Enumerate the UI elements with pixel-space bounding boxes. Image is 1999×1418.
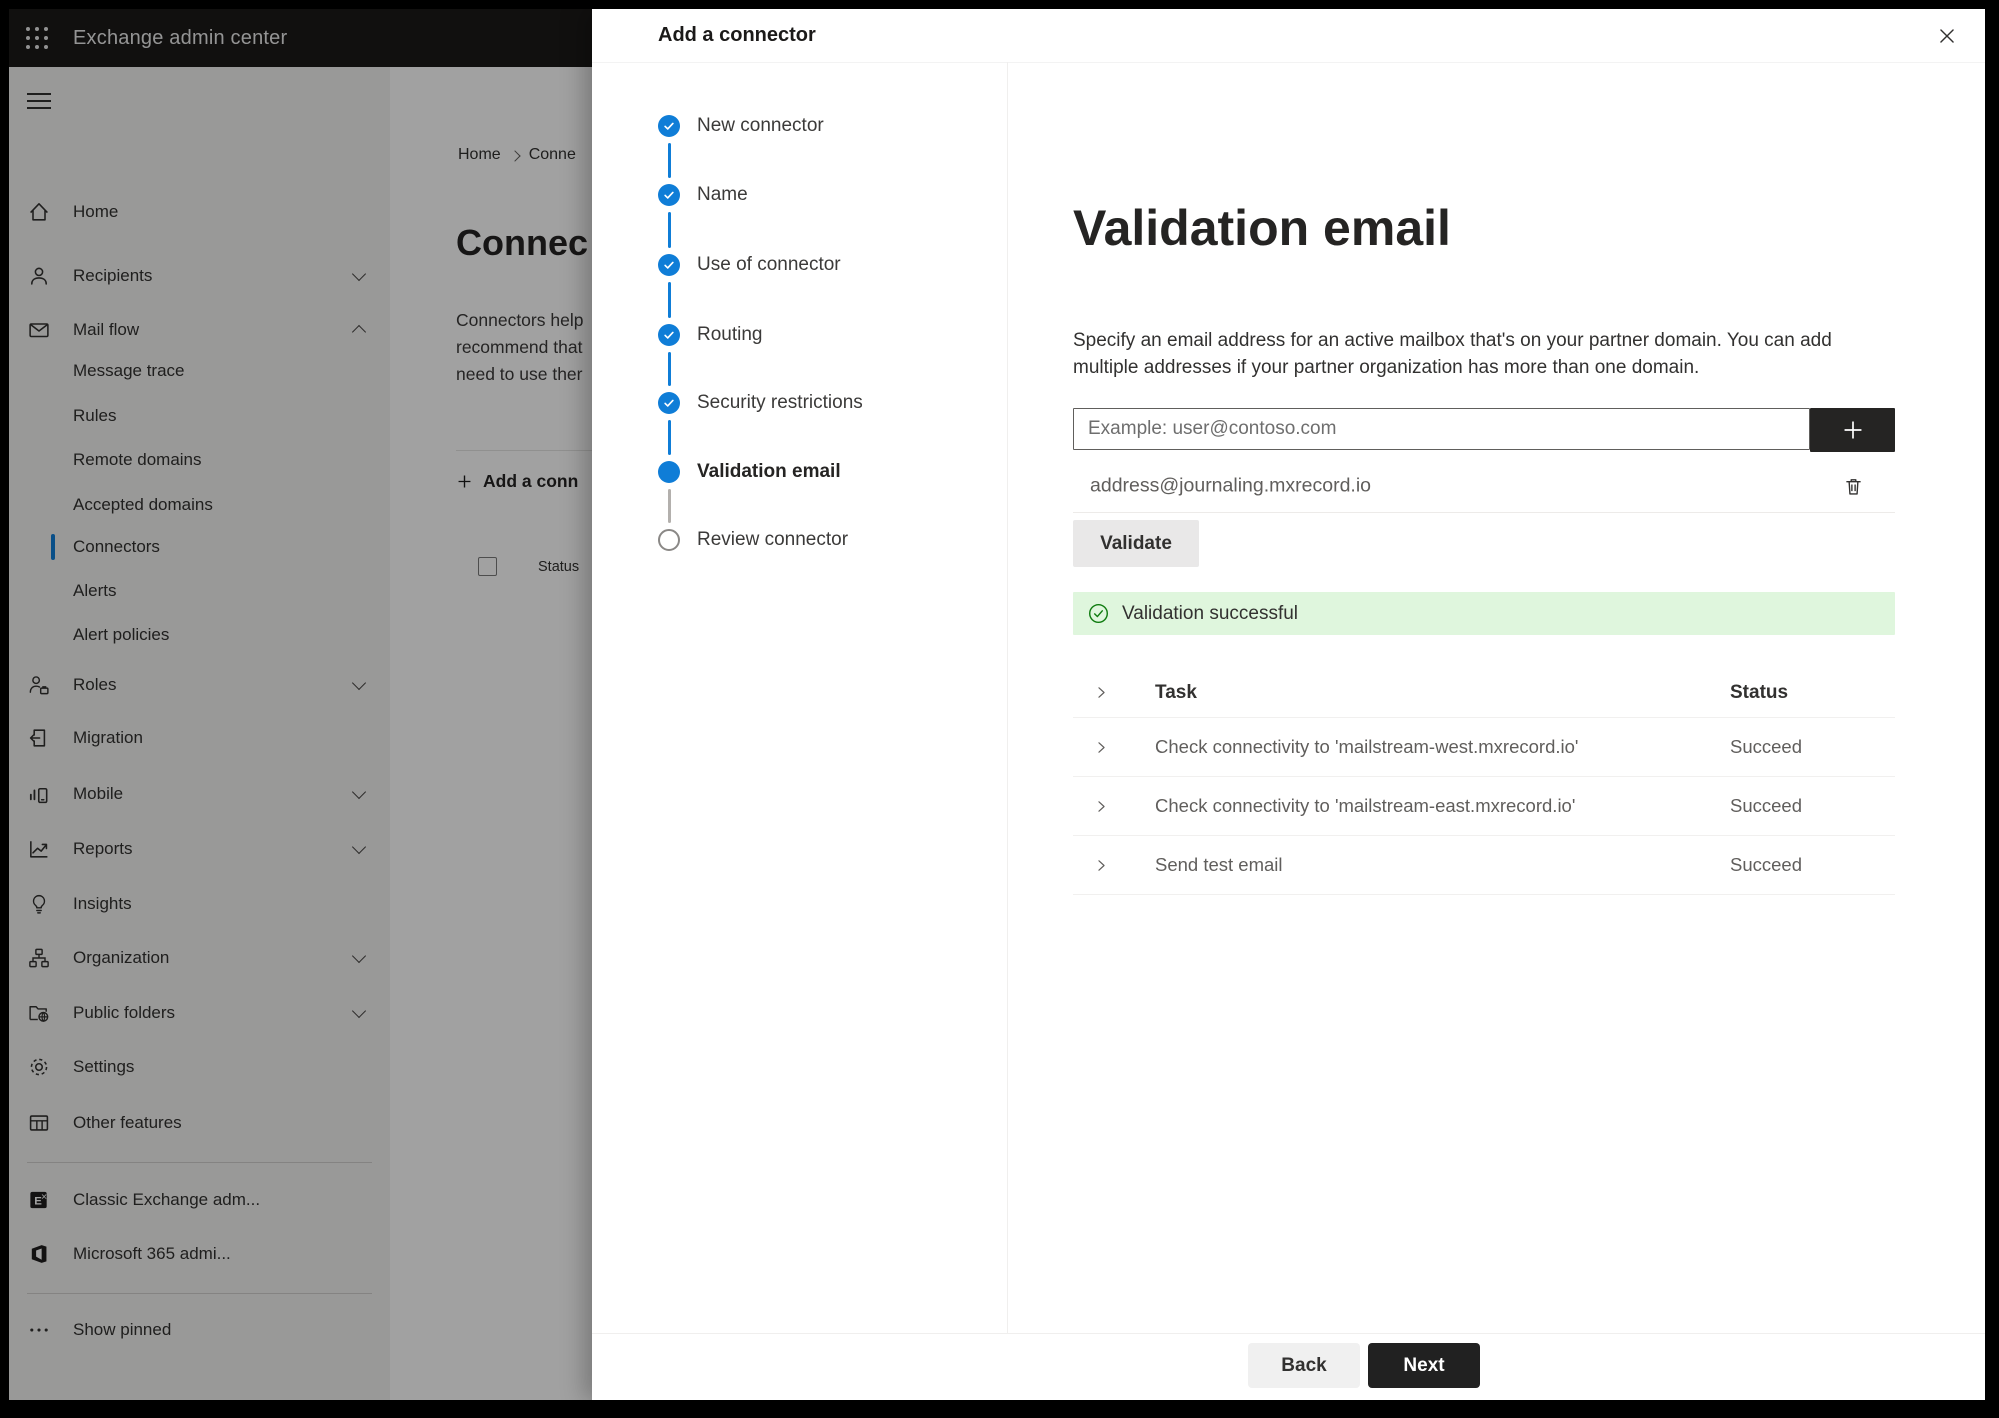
expand-all-chevron-icon[interactable] [1091, 683, 1111, 703]
step-connector-line [667, 212, 671, 248]
task-cell: Send test email [1155, 854, 1283, 875]
banner-text: Validation successful [1122, 602, 1299, 624]
step-description: Specify an email address for an active m… [1073, 330, 1832, 378]
expand-row-chevron-icon[interactable] [1091, 855, 1111, 875]
step-connector-line [667, 489, 671, 523]
next-button[interactable]: Next [1368, 1343, 1480, 1388]
close-button[interactable] [1931, 20, 1963, 52]
added-address-row: address@journaling.mxrecord.io [1073, 460, 1895, 513]
task-cell: Check connectivity to 'mailstream-east.m… [1155, 795, 1576, 816]
status-column-header: Status [1730, 681, 1789, 703]
wizard-step-label: Name [697, 184, 748, 205]
wizard-step-use-of-connector[interactable]: Use of connector [592, 253, 992, 277]
back-button[interactable]: Back [1248, 1343, 1360, 1388]
step-completed-check-icon [658, 115, 680, 137]
table-header-row: Task Status [1073, 668, 1895, 718]
status-cell: Succeed [1730, 854, 1802, 875]
step-current-icon [658, 461, 680, 483]
step-completed-check-icon [658, 324, 680, 346]
task-cell: Check connectivity to 'mailstream-west.m… [1155, 736, 1579, 757]
trash-icon [1845, 478, 1861, 495]
wizard-step-review-connector[interactable]: Review connector [592, 528, 992, 552]
add-connector-flyout: Add a connector New connector Name Use of … [592, 9, 1985, 1400]
step-upcoming-icon [658, 529, 680, 551]
step-completed-check-icon [658, 254, 680, 276]
wizard-step-security-restrictions[interactable]: Security restrictions [592, 391, 992, 415]
wizard-step-validation-email[interactable]: Validation email [592, 460, 992, 484]
step-completed-check-icon [658, 184, 680, 206]
expand-row-chevron-icon[interactable] [1091, 796, 1111, 816]
wizard-step-label: Review connector [697, 529, 849, 550]
screenshot-frame: Exchange admin center Home Recipients Mail… [0, 0, 1999, 1418]
expand-row-chevron-icon[interactable] [1091, 737, 1111, 757]
add-address-button[interactable] [1810, 408, 1895, 452]
wizard-step-label: New connector [697, 115, 824, 136]
delete-address-button[interactable] [1839, 472, 1867, 500]
email-address-input[interactable] [1073, 408, 1810, 450]
flyout-title: Add a connector [658, 24, 816, 46]
step-connector-line [667, 352, 671, 386]
wizard-step-label: Validation email [697, 461, 841, 482]
table-row: Check connectivity to 'mailstream-west.m… [1073, 718, 1895, 777]
plus-icon [1844, 421, 1861, 439]
wizard-step-new-connector[interactable]: New connector [592, 114, 992, 138]
wizard-step-label: Routing [697, 324, 763, 345]
wizard-step-routing[interactable]: Routing [592, 323, 992, 347]
exchange-admin-center-window: Exchange admin center Home Recipients Mail… [9, 9, 1985, 1400]
step-connector-line [667, 282, 671, 318]
success-check-icon [1089, 604, 1108, 623]
wizard-divider [1007, 62, 1008, 1334]
validation-success-banner: Validation successful [1073, 592, 1895, 635]
validate-button[interactable]: Validate [1073, 520, 1199, 567]
added-address-value: address@journaling.mxrecord.io [1090, 474, 1372, 497]
step-connector-line [667, 143, 671, 178]
status-cell: Succeed [1730, 736, 1802, 757]
validation-results-table: Task Status Check connectivity to 'mails… [1073, 668, 1895, 895]
table-row: Check connectivity to 'mailstream-east.m… [1073, 777, 1895, 836]
step-completed-check-icon [658, 392, 680, 414]
task-column-header: Task [1155, 681, 1197, 703]
flyout-header: Add a connector [592, 9, 1985, 63]
status-cell: Succeed [1730, 795, 1802, 816]
flyout-footer: Back Next [592, 1333, 1985, 1400]
wizard-step-label: Security restrictions [697, 392, 863, 413]
close-icon [1940, 29, 1954, 43]
step-connector-line [667, 420, 671, 455]
wizard-step-label: Use of connector [697, 254, 841, 275]
step-title: Validation email [1073, 200, 1451, 256]
wizard-step-name[interactable]: Name [592, 183, 992, 207]
table-row: Send test email Succeed [1073, 836, 1895, 895]
